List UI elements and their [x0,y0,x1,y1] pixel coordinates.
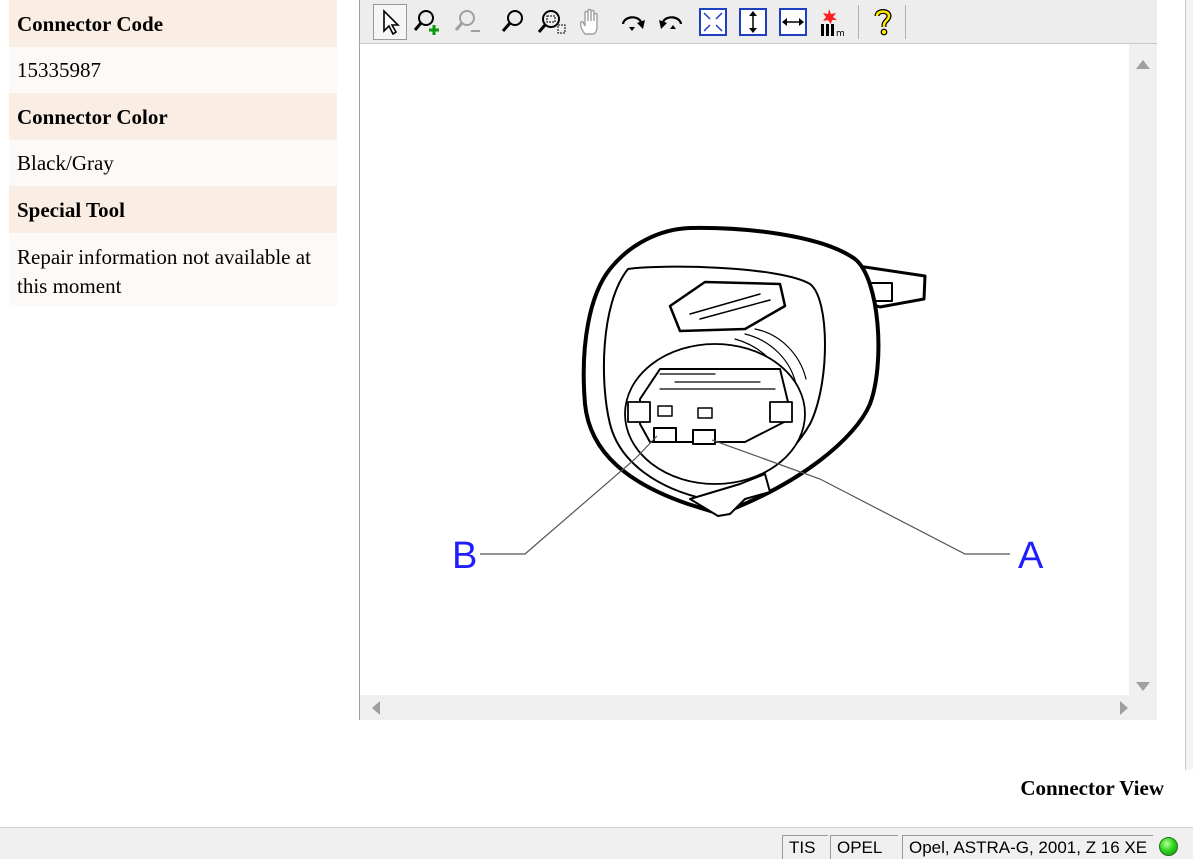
fit-width-icon [779,8,807,36]
rotate-right-icon [621,16,645,31]
hscroll-arrows [372,701,1128,715]
fit-all-icon [699,8,727,36]
diagram-canvas[interactable]: B A [359,44,1129,695]
viewer-toolbar: m [359,0,1157,44]
highlight-button[interactable]: m [816,4,850,40]
help-icon [874,9,892,36]
special-tool-value: Repair information not available at this… [9,233,337,307]
pan-hand-icon [579,8,598,35]
scroll-left-icon[interactable] [372,701,380,715]
toolbar-separator [858,5,859,39]
status-app: TIS [782,835,828,859]
fit-width-button[interactable] [776,4,810,40]
connector-color-label: Connector Color [9,93,337,140]
zoom-button[interactable] [496,4,530,40]
zoom-out-button[interactable] [451,4,485,40]
connector-code-label: Connector Code [9,0,337,47]
rotate-right-button[interactable] [616,4,650,40]
vertical-scrollbar[interactable] [1129,44,1157,695]
zoom-icon [501,10,523,32]
connector-code-value: 15335987 [9,47,337,93]
scroll-up-icon[interactable] [1136,60,1150,69]
fit-height-icon [739,8,767,36]
toolbar-separator [905,5,906,39]
select-tool-button[interactable] [373,4,407,40]
pan-button[interactable] [574,4,608,40]
zoom-in-icon [413,10,439,35]
select-icon [383,9,400,35]
fit-height-button[interactable] [736,4,770,40]
pin-label-a: A [1018,535,1044,577]
rotate-left-icon [659,16,683,29]
scroll-down-icon[interactable] [1136,682,1150,691]
connector-view-caption: Connector View [1020,776,1164,800]
scroll-arrows [1136,60,1150,691]
connection-status-icon [1159,837,1178,856]
status-vehicle: Opel, ASTRA-G, 2001, Z 16 XE [902,835,1153,859]
svg-text:m: m [836,29,845,37]
scrollbar-corner [1129,695,1157,720]
pin-label-b: B [452,535,477,577]
zoom-window-button[interactable] [535,4,569,40]
scroll-right-icon[interactable] [1120,701,1128,715]
rotate-left-button[interactable] [654,4,688,40]
right-panel-edge[interactable] [1185,0,1193,770]
special-tool-label: Special Tool [9,186,337,233]
help-button[interactable] [866,4,900,40]
fit-all-button[interactable] [696,4,730,40]
zoom-window-icon [537,10,566,34]
status-make: OPEL [830,835,898,859]
horizontal-scrollbar[interactable] [359,695,1129,720]
zoom-out-icon [454,10,480,32]
connector-color-value: Black/Gray [9,140,337,186]
image-viewer: m B A [359,0,1157,720]
connector-info-panel: Connector Code 15335987 Connector Color … [9,0,337,307]
highlight-icon: m [821,9,845,37]
zoom-in-button[interactable] [410,4,444,40]
connector-diagram: B A [452,225,1044,577]
status-bar: TIS OPEL Opel, ASTRA-G, 2001, Z 16 XE [0,827,1193,859]
